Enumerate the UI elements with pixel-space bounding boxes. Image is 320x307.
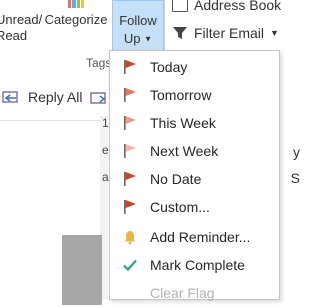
menu-item-no-date[interactable]: No Date: [110, 165, 279, 193]
follow-up-button[interactable]: Follow Up ▼: [112, 0, 164, 52]
menu-item-label: Custom...: [150, 199, 210, 215]
divider: [0, 120, 108, 121]
follow-up-menu: Today Tomorrow This Week Next Week No Da…: [109, 50, 280, 301]
menu-item-label: Today: [150, 59, 188, 75]
forward-icon[interactable]: [90, 90, 108, 106]
reply-all-label: Reply All: [28, 89, 83, 105]
chevron-down-icon: ▼: [144, 34, 153, 44]
unread-read-button[interactable]: Unread/ Read: [0, 12, 42, 44]
text-fragment: y: [293, 144, 300, 160]
flag-icon: [124, 200, 136, 214]
address-book-label: Address Book: [194, 0, 282, 13]
follow-up-label-2-wrap: Up ▼: [113, 31, 163, 48]
menu-item-label: This Week: [150, 115, 216, 131]
menu-item-clear-flag: Clear Flag: [110, 279, 279, 307]
follow-up-label-1: Follow: [119, 13, 157, 28]
menu-item-tomorrow[interactable]: Tomorrow: [110, 81, 279, 109]
text-fragment: S: [290, 170, 300, 186]
unread-read-label-1: Unread/: [0, 12, 43, 27]
text-fragment: e: [102, 143, 109, 157]
menu-item-next-week[interactable]: Next Week: [110, 137, 279, 165]
flag-icon: [124, 144, 136, 158]
flag-icon: [124, 116, 136, 130]
menu-item-label: No Date: [150, 171, 202, 187]
menu-item-add-reminder[interactable]: Add Reminder...: [110, 223, 279, 251]
reply-all-button[interactable]: Reply All: [2, 89, 82, 105]
address-book-button[interactable]: Address Book: [172, 0, 281, 13]
filter-icon: [173, 27, 187, 39]
unread-read-label-2: Read: [0, 28, 28, 43]
categorize-icon: [68, 0, 84, 8]
filter-email-button[interactable]: Filter Email ▼: [172, 25, 279, 41]
flag-icon: [124, 88, 136, 102]
flag-icon: [124, 172, 136, 186]
menu-item-label: Add Reminder...: [150, 229, 251, 245]
flag-icon: [124, 60, 136, 74]
reply-all-icon: [2, 91, 18, 103]
menu-item-mark-complete[interactable]: Mark Complete: [110, 251, 279, 279]
follow-up-label-2: Up: [123, 31, 141, 46]
categorize-label: Categorize: [44, 12, 108, 27]
menu-item-custom[interactable]: Custom...: [110, 193, 279, 221]
menu-item-label: Tomorrow: [150, 87, 212, 103]
menu-item-label: Mark Complete: [150, 257, 245, 273]
categorize-button[interactable]: Categorize: [40, 0, 112, 28]
image-placeholder: [62, 235, 102, 305]
filter-email-label: Filter Email: [194, 25, 265, 41]
chevron-down-icon: ▼: [270, 28, 279, 38]
tags-group-label: Tags: [86, 56, 112, 70]
menu-item-label: Clear Flag: [150, 285, 215, 301]
bell-icon: [124, 231, 136, 245]
text-fragment: a: [102, 170, 109, 184]
menu-item-label: Next Week: [150, 143, 219, 159]
checkmark-icon: [123, 259, 137, 272]
menu-item-today[interactable]: Today: [110, 53, 279, 81]
menu-item-this-week[interactable]: This Week: [110, 109, 279, 137]
address-book-icon: [172, 0, 188, 12]
